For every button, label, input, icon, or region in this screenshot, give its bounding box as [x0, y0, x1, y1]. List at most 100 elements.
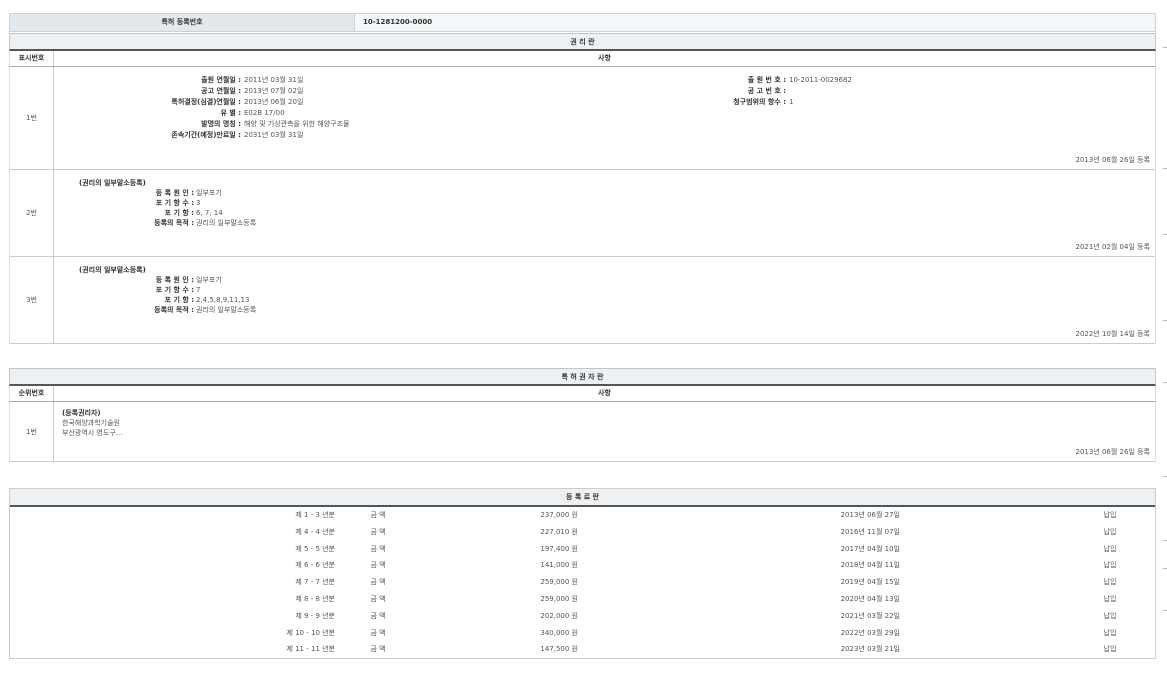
partial-cancellation-entry: (권리의 일부말소등록) 등 록 원 인 :일부포기 포 기 항 수 :7 포 …	[79, 265, 256, 315]
field-application-date: 출원 연월일 :2011년 03월 31일	[104, 75, 303, 85]
fee-row: 제 9 - 9 년분금 액202,000 원2021년 03월 22일납입	[10, 608, 1155, 625]
rights-row: 3번 (권리의 일부말소등록) 등 록 원 인 :일부포기 포 기 항 수 :7…	[9, 257, 1156, 344]
registration-date: 2021년 02월 04일 등록	[1075, 242, 1150, 252]
fee-amount-label: 금 액	[358, 510, 398, 520]
fee-table: 제 1 - 3 년분금 액237,000 원2013년 06월 27일납입제 4…	[10, 507, 1155, 658]
fee-row: 제 5 - 5 년분금 액197,400 원2017년 04월 10일납입	[10, 541, 1155, 558]
field-decision-date: 특허결정(심결)연월일 :2013년 06월 20일	[104, 97, 303, 107]
fee-paid-date: 2016년 11월 07일	[800, 527, 900, 537]
fee-status: 납입	[1090, 577, 1130, 587]
fee-period: 제 5 - 5 년분	[10, 544, 335, 554]
field-application-number: 출 원 번 호 :10-2011-0029682	[694, 75, 852, 85]
fee-row: 제 4 - 4 년분 금 액 227,010 원 2016년 11월 07일 납입	[10, 524, 1155, 541]
fee-amount: 197,400 원	[460, 544, 578, 554]
column-header-content: 사항	[54, 51, 1155, 66]
row-number: 3번	[10, 257, 54, 343]
fee-row: 제 11 - 11 년분 금 액 147,500 원 2023년 03월 21일 납입	[10, 641, 1155, 658]
fee-amount: 259,000 원	[460, 594, 578, 604]
fee-paid-date: 2013년 06월 27일	[800, 510, 900, 520]
fees-section: 등 록 료 란 제 1 - 3 년분금 액237,000 원2013년 06월 …	[9, 488, 1156, 659]
registration-date: 2013년 06월 26일 등록	[1075, 447, 1150, 457]
entry-field: 포 기 항 :2,4,5,8,9,11,13	[79, 295, 256, 305]
entry-title: (권리의 일부말소등록)	[79, 265, 256, 275]
fee-amount-label: 금 액	[358, 577, 398, 587]
entry-title: (권리의 일부말소등록)	[79, 178, 256, 188]
rights-column-header: 표시번호 사항	[9, 51, 1156, 67]
row-content: (권리의 일부말소등록) 등 록 원 인 :일부포기 포 기 항 수 :7 포 …	[54, 257, 1155, 343]
fee-status: 납입	[1090, 527, 1130, 537]
fee-row: 제 6 - 6 년분금 액141,000 원2018년 04월 11일납입	[10, 557, 1155, 574]
holders-section-title: 특 허 권 자 란	[9, 368, 1156, 386]
field-publication-number: 공 고 번 호 :	[694, 86, 789, 96]
rights-row: 1번 출원 연월일 :2011년 03월 31일 공고 연월일 :2013년 0…	[9, 67, 1156, 170]
right-edge-divider	[1163, 0, 1167, 678]
row-content: (권리의 일부말소등록) 등 록 원 인 :일부포기 포 기 항 수 :3 포 …	[54, 170, 1155, 256]
row-content: 출원 연월일 :2011년 03월 31일 공고 연월일 :2013년 07월 …	[54, 67, 1155, 169]
fee-period: 제 10 - 10 년분	[10, 628, 335, 638]
registration-date: 2013년 06월 26일 등록	[1075, 155, 1150, 165]
field-invention-title: 발명의 명칭 :해양 및 기상관측을 위한 해양구조물	[104, 119, 350, 129]
fee-amount: 202,000 원	[460, 611, 578, 621]
fee-status: 납입	[1090, 594, 1130, 604]
fee-amount: 227,010 원	[460, 527, 578, 537]
row-number: 1번	[10, 67, 54, 169]
field-expiry-date: 존속기간(예정)만료일 :2031년 03월 31일	[104, 130, 303, 140]
entry-field: 등록의 목적 :권리의 일부말소등록	[79, 218, 256, 228]
entry-field: 등록의 목적 :권리의 일부말소등록	[79, 305, 256, 315]
fee-amount: 340,000 원	[460, 628, 578, 638]
fee-period: 제 6 - 6 년분	[10, 560, 335, 570]
column-header-rank: 순위번호	[10, 386, 54, 401]
fee-amount: 259,000 원	[460, 577, 578, 587]
fee-paid-date: 2023년 03월 21일	[800, 644, 900, 654]
row-number: 1번	[10, 402, 54, 461]
fee-amount-label: 금 액	[358, 544, 398, 554]
fee-status: 납입	[1090, 560, 1130, 570]
fee-paid-date: 2017년 04월 10일	[800, 544, 900, 554]
rights-section-title: 권 리 란	[9, 33, 1156, 51]
fee-amount-label: 금 액	[358, 594, 398, 604]
fee-period: 제 9 - 9 년분	[10, 611, 335, 621]
rights-section: 권 리 란 표시번호 사항 1번 출원 연월일 :2011년 03월 31일 공…	[9, 33, 1156, 344]
registration-number-bar: 특허 등록번호 10-1281200-0000	[9, 13, 1156, 32]
fees-section-title: 등 록 료 란	[10, 489, 1155, 507]
holder-type: (등록권리자)	[62, 408, 122, 418]
entry-field: 포 기 항 수 :7	[79, 285, 256, 295]
fee-row: 제 10 - 10 년분금 액340,000 원2022년 03월 29일납입	[10, 625, 1155, 642]
fee-status: 납입	[1090, 628, 1130, 638]
holder-name: 한국해양과학기술원	[62, 418, 122, 428]
fee-paid-date: 2021년 03월 22일	[800, 611, 900, 621]
fee-period: 제 8 - 8 년분	[10, 594, 335, 604]
fee-amount-label: 금 액	[358, 644, 398, 654]
fee-row: 제 8 - 8 년분금 액259,000 원2020년 04월 13일납입	[10, 591, 1155, 608]
fee-status: 납입	[1090, 510, 1130, 520]
registration-number-label: 특허 등록번호	[10, 14, 355, 31]
fee-paid-date: 2022년 03월 29일	[800, 628, 900, 638]
entry-field: 등 록 원 인 :일부포기	[79, 188, 256, 198]
registration-number-value: 10-1281200-0000	[355, 14, 1155, 31]
fee-paid-date: 2019년 04월 15일	[800, 577, 900, 587]
fee-period: 제 7 - 7 년분	[10, 577, 335, 587]
holders-section: 특 허 권 자 란 순위번호 사항 1번 (등록권리자) 한국해양과학기술원 부…	[9, 368, 1156, 462]
fee-amount-label: 금 액	[358, 527, 398, 537]
entry-field: 포 기 항 수 :3	[79, 198, 256, 208]
fee-amount-label: 금 액	[358, 560, 398, 570]
entry-field: 등 록 원 인 :일부포기	[79, 275, 256, 285]
column-header-number: 표시번호	[10, 51, 54, 66]
rights-row: 2번 (권리의 일부말소등록) 등 록 원 인 :일부포기 포 기 항 수 :3…	[9, 170, 1156, 257]
row-number: 2번	[10, 170, 54, 256]
holder-info: (등록권리자) 한국해양과학기술원 부산광역시 영도구...	[62, 408, 122, 438]
fee-amount: 237,000 원	[460, 510, 578, 520]
holders-column-header: 순위번호 사항	[9, 386, 1156, 402]
fee-status: 납입	[1090, 611, 1130, 621]
registration-date: 2022년 10월 14일 등록	[1075, 329, 1150, 339]
fee-period: 제 1 - 3 년분	[10, 510, 335, 520]
entry-field: 포 기 항 :6, 7, 14	[79, 208, 256, 218]
fee-period: 제 11 - 11 년분	[10, 644, 335, 654]
partial-cancellation-entry: (권리의 일부말소등록) 등 록 원 인 :일부포기 포 기 항 수 :3 포 …	[79, 178, 256, 228]
fee-paid-date: 2018년 04월 11일	[800, 560, 900, 570]
holder-row: 1번 (등록권리자) 한국해양과학기술원 부산광역시 영도구... 2013년 …	[9, 402, 1156, 462]
fee-period: 제 4 - 4 년분	[10, 527, 335, 537]
fee-amount: 147,500 원	[460, 644, 578, 654]
fee-status: 납입	[1090, 644, 1130, 654]
field-publication-date: 공고 연월일 :2013년 07월 02일	[104, 86, 303, 96]
